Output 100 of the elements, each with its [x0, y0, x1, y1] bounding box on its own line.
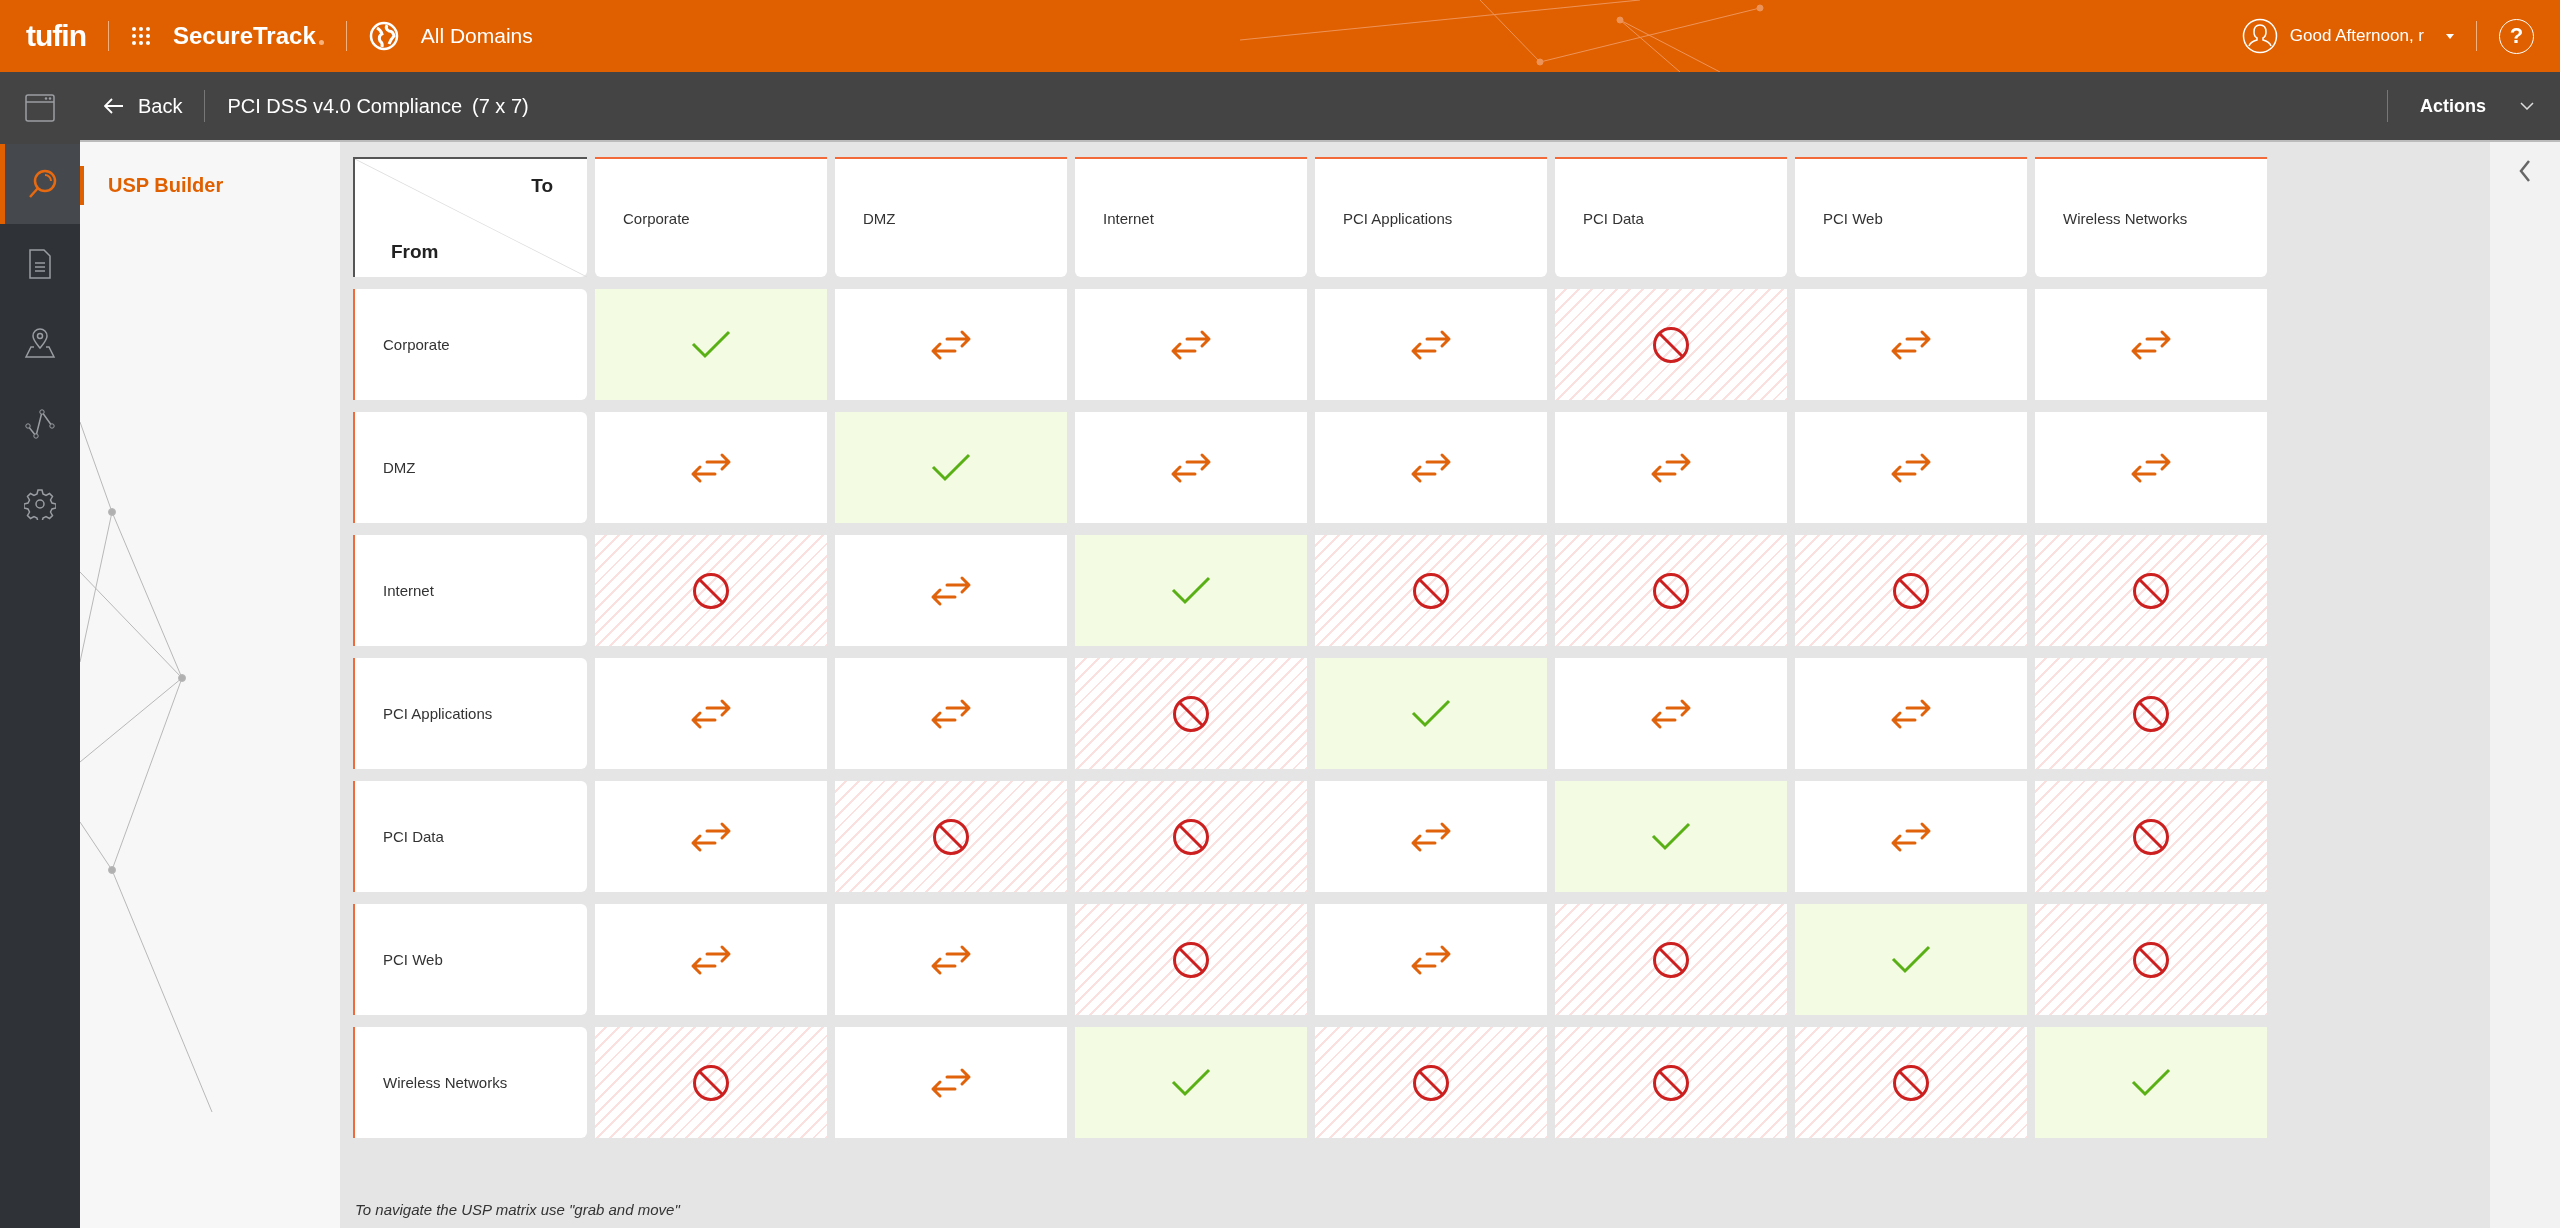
user-avatar-icon[interactable]	[2241, 18, 2278, 54]
matrix-cell[interactable]	[1555, 412, 1787, 523]
column-header: PCI Data	[1555, 157, 1787, 277]
blocked-icon	[2132, 571, 2170, 610]
blocked-icon	[1652, 1063, 1690, 1102]
blocked-icon	[1652, 325, 1690, 364]
matrix-cell[interactable]	[835, 781, 1067, 892]
column-header: Wireless Networks	[2035, 157, 2267, 277]
matrix-cell[interactable]	[1075, 904, 1307, 1015]
chevron-down-icon	[2520, 102, 2534, 110]
matrix-cell[interactable]	[1555, 781, 1787, 892]
user-menu[interactable]: Good Afternoon, r	[2289, 26, 2424, 46]
check-icon	[1891, 944, 1931, 975]
matrix-cell[interactable]	[595, 412, 827, 523]
matrix-cell[interactable]	[595, 658, 827, 769]
matrix-cell[interactable]	[1795, 904, 2027, 1015]
check-icon	[2131, 1067, 2171, 1098]
blocked-icon	[2132, 694, 2170, 733]
matrix-cell[interactable]	[1075, 781, 1307, 892]
caret-icon	[2446, 33, 2454, 39]
matrix-cell[interactable]	[1075, 658, 1307, 769]
matrix-cell[interactable]	[2035, 904, 2267, 1015]
matrix-cell[interactable]	[1795, 658, 2027, 769]
matrix-cell[interactable]	[1555, 289, 1787, 400]
matrix-cell[interactable]	[1315, 535, 1547, 646]
matrix-cell[interactable]	[2035, 412, 2267, 523]
matrix-cell[interactable]	[1795, 1027, 2027, 1138]
matrix-cell[interactable]	[2035, 535, 2267, 646]
to-label: To	[531, 175, 553, 197]
window-icon	[24, 92, 56, 124]
blocked-icon	[1412, 1063, 1450, 1102]
blocked-icon	[1892, 571, 1930, 610]
matrix-cell[interactable]	[1075, 412, 1307, 523]
row-header: Corporate	[353, 289, 587, 400]
matrix-cell[interactable]	[835, 1027, 1067, 1138]
matrix-cell[interactable]	[595, 535, 827, 646]
chevron-left-icon[interactable]	[2519, 160, 2531, 182]
matrix-cell[interactable]	[2035, 781, 2267, 892]
product-name: SecureTrack	[172, 22, 324, 50]
matrix-cell[interactable]	[1555, 904, 1787, 1015]
matrix-cell[interactable]	[1315, 1027, 1547, 1138]
matrix-cell[interactable]	[1315, 658, 1547, 769]
app-grid-icon[interactable]	[130, 26, 151, 46]
blocked-icon	[1172, 694, 1210, 733]
map-pin-icon	[24, 328, 56, 360]
matrix-cell[interactable]	[835, 904, 1067, 1015]
back-button[interactable]: Back	[104, 94, 183, 118]
matrix-cell[interactable]	[1555, 1027, 1787, 1138]
row-header: PCI Web	[353, 904, 587, 1015]
actions-menu-button[interactable]: Actions	[2420, 95, 2534, 117]
check-icon	[1171, 575, 1211, 606]
matrix-size: (7 x 7)	[472, 94, 529, 118]
matrix-cell[interactable]	[2035, 1027, 2267, 1138]
column-header: PCI Applications	[1315, 157, 1547, 277]
row-header: PCI Applications	[353, 658, 587, 769]
line-graph-icon	[24, 408, 56, 440]
logo[interactable]: tufin	[26, 19, 86, 53]
column-header: Corporate	[595, 157, 827, 277]
matrix-cell[interactable]	[595, 781, 827, 892]
matrix-cell[interactable]	[835, 412, 1067, 523]
matrix-cell[interactable]	[1075, 535, 1307, 646]
matrix-cell[interactable]	[1315, 412, 1547, 523]
blocked-icon	[2132, 817, 2170, 856]
blocked-icon	[1172, 817, 1210, 856]
column-header: Internet	[1075, 157, 1307, 277]
matrix-cell[interactable]	[1795, 781, 2027, 892]
matrix-cell[interactable]	[1555, 535, 1787, 646]
matrix-cell[interactable]	[1315, 904, 1547, 1015]
matrix-cell[interactable]	[835, 535, 1067, 646]
matrix-cell[interactable]	[1075, 289, 1307, 400]
from-label: From	[391, 241, 439, 263]
matrix-cell[interactable]	[595, 289, 827, 400]
row-header: Wireless Networks	[353, 1027, 587, 1138]
matrix-cell[interactable]	[1795, 289, 2027, 400]
matrix-cell[interactable]	[2035, 658, 2267, 769]
check-icon	[1171, 1067, 1211, 1098]
row-header: PCI Data	[353, 781, 587, 892]
search-icon	[26, 168, 59, 200]
matrix-cell[interactable]	[1795, 535, 2027, 646]
arrow-left-icon	[104, 98, 124, 114]
matrix-cell[interactable]	[2035, 289, 2267, 400]
globe-icon[interactable]	[368, 21, 399, 51]
row-header: Internet	[353, 535, 587, 646]
matrix-cell[interactable]	[1795, 412, 2027, 523]
matrix-cell[interactable]	[835, 289, 1067, 400]
matrix-cell[interactable]	[1075, 1027, 1307, 1138]
check-icon	[931, 452, 971, 483]
matrix-cell[interactable]	[835, 658, 1067, 769]
matrix-cell[interactable]	[1315, 289, 1547, 400]
domain-selector[interactable]: All Domains	[420, 24, 533, 48]
blocked-icon	[692, 1063, 730, 1102]
check-icon	[1651, 821, 1691, 852]
matrix-cell[interactable]	[1315, 781, 1547, 892]
matrix-cell[interactable]	[1555, 658, 1787, 769]
blocked-icon	[1892, 1063, 1930, 1102]
matrix-cell[interactable]	[595, 904, 827, 1015]
matrix-cell[interactable]	[595, 1027, 827, 1138]
check-icon	[1411, 698, 1451, 729]
nav-rail-item[interactable]	[0, 144, 80, 224]
row-header: DMZ	[353, 412, 587, 523]
